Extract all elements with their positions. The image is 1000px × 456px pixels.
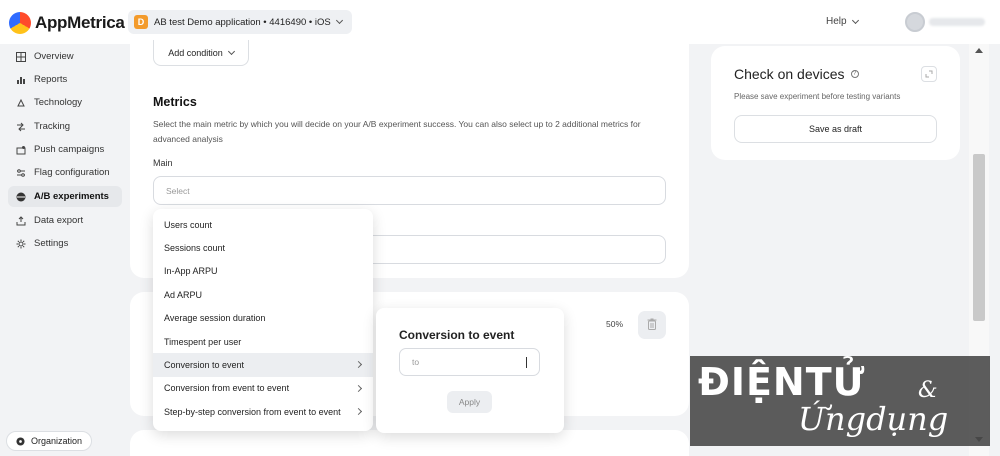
apply-button[interactable]: Apply <box>447 391 492 413</box>
sidebar-item-label: Data export <box>34 215 84 226</box>
app-selector-label: AB test Demo application • 4416490 • iOS <box>154 16 331 28</box>
sidebar-item-flag-configuration[interactable]: Flag configuration <box>8 162 122 183</box>
dropdown-item-conversion-from-event[interactable]: Conversion from event to event <box>153 377 373 400</box>
sidebar-item-label: Flag configuration <box>34 167 110 178</box>
watermark-line1: ĐIỆNTỬ <box>698 360 866 404</box>
dropdown-item-label: Users count <box>164 219 213 230</box>
scroll-up-arrow-icon[interactable] <box>975 48 983 53</box>
tracking-icon <box>16 122 26 132</box>
sidebar-item-label: Reports <box>34 74 68 85</box>
delete-variant-button[interactable] <box>638 311 666 339</box>
gear-icon <box>16 239 26 249</box>
appmetrica-logo-icon <box>9 12 31 34</box>
sidebar-item-overview[interactable]: Overview <box>8 46 122 67</box>
top-bar: AppMetrica D AB test Demo application • … <box>0 0 1000 44</box>
chevron-down-icon <box>851 16 859 24</box>
additional-metric-select[interactable] <box>372 235 666 264</box>
organization-icon <box>15 436 25 446</box>
app-selector[interactable]: D AB test Demo application • 4416490 • i… <box>128 10 352 34</box>
main-metric-select[interactable]: Select <box>153 176 666 205</box>
user-name-blurred[interactable] <box>929 18 985 26</box>
dropdown-item[interactable]: Average session duration <box>153 307 373 330</box>
help-label: Help <box>826 16 847 27</box>
dropdown-item-label: Timespent per user <box>164 336 242 347</box>
sidebar-item-label: Settings <box>34 238 69 249</box>
dropdown-item-label: Sessions count <box>164 243 226 254</box>
dropdown-item-label: Conversion from event to event <box>164 383 290 394</box>
add-condition-label: Add condition <box>168 47 223 58</box>
reports-icon <box>16 75 26 85</box>
technology-icon <box>16 98 26 108</box>
select-placeholder: Select <box>166 185 190 196</box>
sidebar-item-label: A/B experiments <box>34 191 109 202</box>
brand-logo[interactable]: AppMetrica <box>9 12 125 34</box>
dropdown-item-label: Ad ARPU <box>164 289 203 300</box>
check-devices-note: Please save experiment before testing va… <box>734 92 901 101</box>
check-devices-title-text: Check on devices <box>734 66 845 82</box>
sidebar-item-reports[interactable]: Reports <box>8 69 122 90</box>
export-icon <box>16 215 26 226</box>
metric-dropdown: Users count Sessions count In-App ARPU A… <box>153 209 373 431</box>
dropdown-item[interactable]: Users count <box>153 213 373 236</box>
metrics-heading: Metrics <box>153 95 197 109</box>
event-input[interactable]: to <box>399 348 540 376</box>
sidebar-item-label: Technology <box>34 97 83 108</box>
dropdown-item-label: Average session duration <box>164 313 266 324</box>
brand-name: AppMetrica <box>35 13 125 32</box>
sidebar-item-settings[interactable]: Settings <box>8 233 122 254</box>
organization-label: Organization <box>31 436 83 446</box>
dropdown-item[interactable]: Ad ARPU <box>153 283 373 306</box>
info-icon[interactable]: ? <box>850 70 859 78</box>
dropdown-item-conversion-to-event[interactable]: Conversion to event <box>153 353 373 377</box>
sidebar-item-technology[interactable]: Technology <box>8 92 122 113</box>
dropdown-item-label: Step-by-step conversion from event to ev… <box>164 406 341 417</box>
conversion-submenu: Conversion to event to Apply <box>376 308 564 433</box>
sidebar-item-label: Tracking <box>34 121 71 132</box>
chevron-right-icon <box>354 408 363 416</box>
sidebar-item-push-campaigns[interactable]: Push campaigns <box>8 139 122 160</box>
dropdown-item-label: In-App ARPU <box>164 266 218 277</box>
expand-icon[interactable] <box>921 66 937 82</box>
add-condition-button[interactable]: Add condition <box>153 40 249 66</box>
sidebar-item-label: Push campaigns <box>34 144 105 155</box>
text-caret <box>526 357 527 368</box>
help-menu[interactable]: Help <box>826 16 859 27</box>
flag-config-icon <box>16 168 26 178</box>
organization-button[interactable]: Organization <box>6 431 92 451</box>
sidebar-item-data-export[interactable]: Data export <box>8 210 122 231</box>
chevron-right-icon <box>354 361 363 369</box>
variant-percent: 50% <box>606 319 624 329</box>
grid-icon <box>16 51 26 62</box>
dropdown-item-step-by-step[interactable]: Step-by-step conversion from event to ev… <box>153 400 373 423</box>
chevron-right-icon <box>354 384 363 392</box>
submenu-title: Conversion to event <box>399 328 515 342</box>
dropdown-item[interactable]: Timespent per user <box>153 330 373 353</box>
event-input-placeholder: to <box>412 357 420 367</box>
ab-icon <box>16 192 26 202</box>
dropdown-item[interactable]: In-App ARPU <box>153 260 373 283</box>
push-icon <box>16 145 26 155</box>
chevron-down-icon <box>227 47 235 55</box>
bottom-card <box>130 430 689 456</box>
scrollbar-thumb[interactable] <box>973 154 985 321</box>
avatar[interactable] <box>905 12 925 32</box>
app-badge: D <box>134 15 148 29</box>
chevron-down-icon <box>335 16 343 25</box>
sidebar-item-tracking[interactable]: Tracking <box>8 116 122 137</box>
metrics-description: Select the main metric by which you will… <box>153 119 641 144</box>
save-as-draft-button[interactable]: Save as draft <box>734 115 937 143</box>
main-metric-label: Main <box>153 158 173 168</box>
trash-icon <box>647 318 657 333</box>
check-devices-title: Check on devices ? <box>734 66 859 82</box>
watermark: ĐIỆNTỬ & Ứngdụng <box>690 356 990 446</box>
watermark-line2: Ứngdụng <box>798 400 949 438</box>
sidebar-item-label: Overview <box>34 51 74 62</box>
dropdown-item-label: Conversion to event <box>164 360 245 371</box>
dropdown-item[interactable]: Sessions count <box>153 236 373 259</box>
sidebar-item-ab-experiments[interactable]: A/B experiments <box>8 186 122 207</box>
